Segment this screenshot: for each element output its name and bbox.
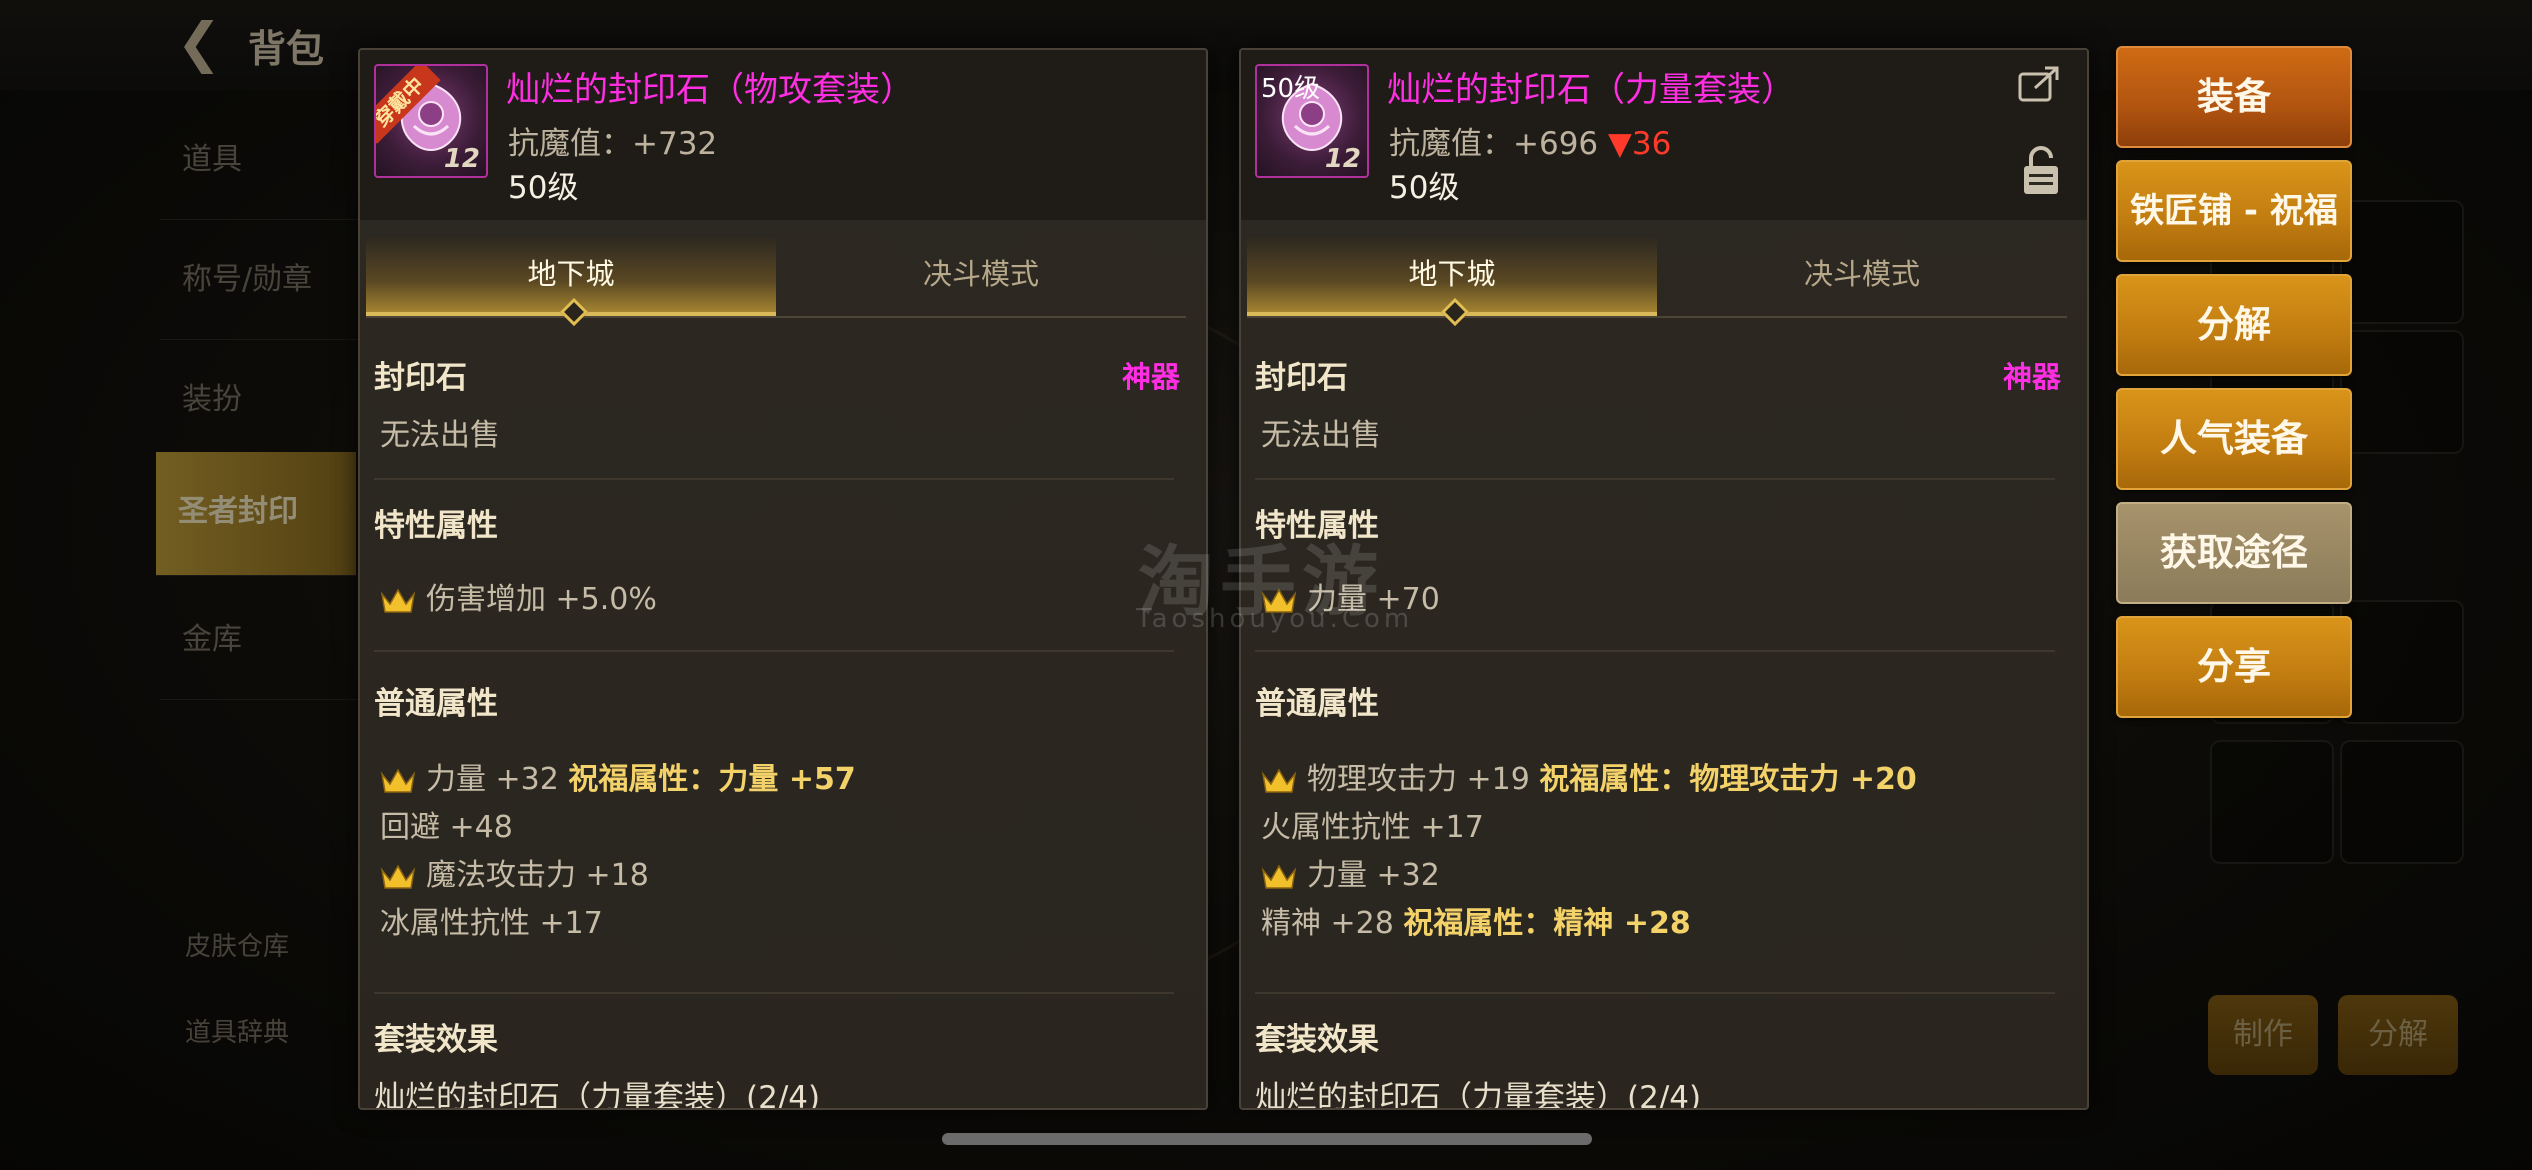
normal-title: 普通属性 [374,686,498,722]
obtain-route-button[interactable]: 获取途径 [2116,502,2352,604]
blacksmith-bless-button[interactable]: 铁匠铺 - 祝福 [2116,160,2352,262]
anti-magic-value: 抗魔值：+696 ▼36 [1389,126,1672,162]
mode-tabs: 地下城 决斗模式 [366,236,1186,327]
set-name: 灿烂的封印石（力量套装）(2/4) [1255,1080,1702,1110]
disassemble-button[interactable]: 分解 [2116,274,2352,376]
share-button[interactable]: 分享 [2116,616,2352,718]
trade-status: 无法出售 [1261,418,1381,453]
anti-magic-value: 抗魔值：+732 [508,126,718,162]
crown-icon [380,768,416,793]
trait-stat: 伤害增加 +5.0% [380,580,657,620]
normal-stat: 物理攻击力 +19 祝福属性：物理攻击力 +20 [1261,760,1917,800]
item-name: 灿烂的封印石（力量套装） [1387,70,1795,110]
anti-magic-diff: ▼36 [1608,126,1672,162]
set-effect-title: 套装效果 [1255,1022,1379,1058]
normal-stat: 冰属性抗性 +17 [380,906,603,941]
normal-stat: 魔法攻击力 +18 [380,856,649,896]
rarity-label: 神器 [2002,360,2061,394]
watermark-url: Taoshouyou.Com [1136,604,1414,634]
share-icon[interactable] [2017,64,2063,104]
crown-icon [380,864,416,889]
normal-stat: 力量 +32 [1261,856,1440,896]
equipped-item-panel: 穿戴中 12 灿烂的封印石（物攻套装） 抗魔值：+732 50级 地下城 决斗模… [358,48,1208,1110]
divider [374,478,1174,480]
rarity-label: 神器 [1121,360,1180,394]
item-category: 封印石 [1255,360,1348,396]
divider [374,650,1174,652]
divider [1255,650,2055,652]
normal-stat: 精神 +28 祝福属性：精神 +28 [1261,906,1691,941]
normal-stat: 火属性抗性 +17 [1261,810,1484,845]
divider [1255,992,2055,994]
popular-gear-button[interactable]: 人气装备 [2116,388,2352,490]
lock-icon[interactable] [2021,144,2061,198]
crown-icon [380,588,416,613]
icon-level: 12 [1324,144,1361,174]
equip-button[interactable]: 装备 [2116,46,2352,148]
trait-title: 特性属性 [374,508,498,544]
normal-stat: 回避 +48 [380,810,513,845]
set-name: 灿烂的封印石（力量套装）(2/4) [374,1080,821,1110]
home-indicator[interactable] [942,1133,1592,1145]
item-icon: 50级 12 [1255,64,1369,178]
tab-duel[interactable]: 决斗模式 [1657,236,2067,312]
crown-icon [1261,768,1297,793]
item-icon: 穿戴中 12 [374,64,488,178]
tab-duel[interactable]: 决斗模式 [776,236,1186,312]
item-category: 封印石 [374,360,467,396]
item-level: 50级 [1389,170,1460,206]
item-name: 灿烂的封印石（物攻套装） [506,70,914,110]
normal-title: 普通属性 [1255,686,1379,722]
normal-stat: 力量 +32 祝福属性：力量 +57 [380,760,856,800]
crown-icon [1261,864,1297,889]
mode-tabs: 地下城 决斗模式 [1247,236,2067,327]
icon-level: 12 [443,144,480,174]
icon-level-label: 50级 [1261,74,1321,104]
item-level: 50级 [508,170,579,206]
divider [374,992,1174,994]
trade-status: 无法出售 [380,418,500,453]
divider [1255,478,2055,480]
set-effect-title: 套装效果 [374,1022,498,1058]
